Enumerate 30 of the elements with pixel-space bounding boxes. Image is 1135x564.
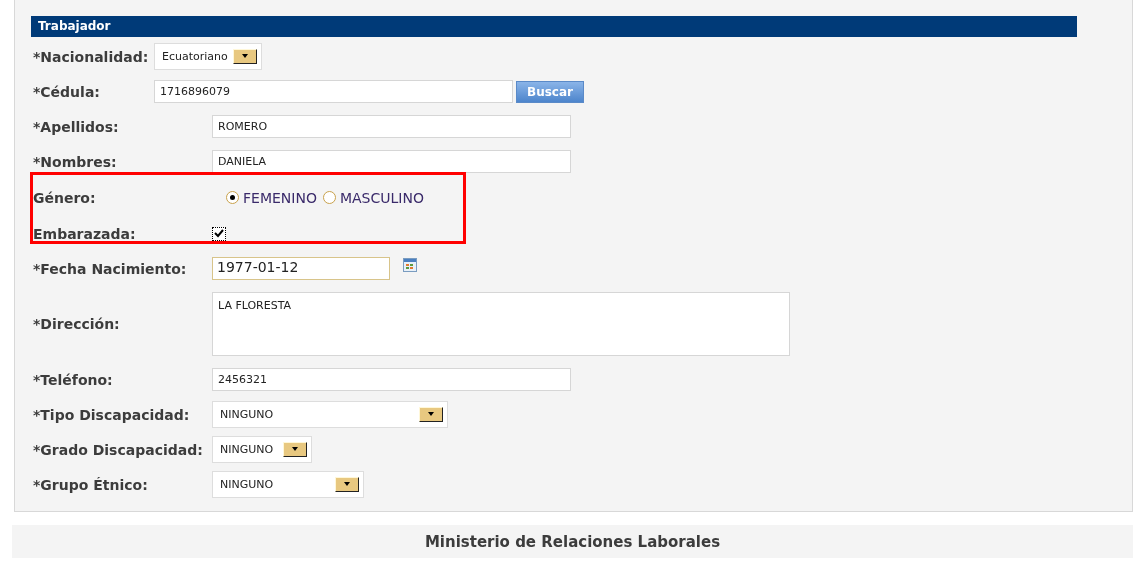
section-header: Trabajador <box>31 16 1077 37</box>
field-label: *Teléfono: <box>33 371 114 388</box>
field-label: *Cédula: <box>33 83 101 100</box>
input-field[interactable]: DANIELA <box>212 150 571 173</box>
field-label: *Dirección: <box>33 316 121 332</box>
dropdown[interactable]: NINGUNO <box>212 401 448 428</box>
field-label: *Nacionalidad: <box>33 48 150 65</box>
calendar-icon[interactable] <box>403 257 417 272</box>
input-field[interactable]: ROMERO <box>212 115 571 138</box>
radio-button[interactable] <box>226 191 239 204</box>
input-field[interactable]: 1716896079 <box>154 80 513 103</box>
date-field[interactable]: 1977-01-12 <box>212 257 390 280</box>
field-label: *Fecha Nacimiento: <box>33 260 188 277</box>
field-label: *Grupo Étnico: <box>33 476 149 493</box>
dropdown[interactable]: Ecuatoriano <box>154 43 262 70</box>
field-label: *Grado Discapacidad: <box>33 441 204 458</box>
field-label: *Nombres: <box>33 153 118 170</box>
field-label: *Apellidos: <box>33 118 120 135</box>
dropdown[interactable]: NINGUNO <box>212 471 364 498</box>
radio-label[interactable]: FEMENINO <box>243 189 317 206</box>
checkbox[interactable] <box>212 226 226 241</box>
field-label: *Tipo Discapacidad: <box>33 406 191 423</box>
footer-text: Ministerio de Relaciones Laborales <box>424 532 721 551</box>
field-label: Embarazada: <box>33 225 137 242</box>
input-field[interactable]: 2456321 <box>212 368 571 391</box>
field-label: Género: <box>33 189 97 206</box>
radio-label[interactable]: MASCULINO <box>339 189 424 206</box>
radio-button[interactable] <box>322 191 336 204</box>
dropdown[interactable]: NINGUNO <box>212 436 312 463</box>
text-area[interactable]: LA FLORESTA <box>212 292 790 356</box>
